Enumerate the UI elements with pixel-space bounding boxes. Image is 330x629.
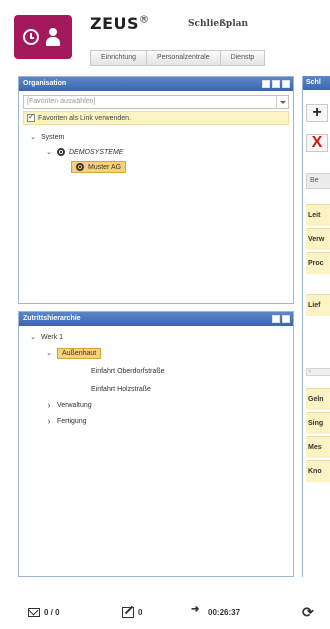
edits-counter[interactable]: 0 [122,606,142,618]
envelope-icon [28,607,40,617]
tree-node-muster-ag[interactable]: Muster AG [71,160,127,174]
people-icon [43,28,63,46]
table-row[interactable]: Verw [306,228,330,250]
organisation-panel-title: Organisation [19,77,293,91]
object-icon [57,148,65,156]
refresh-icon: ⟳ [302,603,314,620]
tree-node-verwaltung[interactable]: Verwaltung [45,398,92,412]
zeus-logo[interactable] [14,15,72,59]
access-hierarchy-panel-title: Zutrittshierarchie [19,312,293,326]
messages-counter[interactable]: 0 / 0 [28,607,60,617]
panel-help-icon[interactable] [272,80,280,88]
chevron-right-icon[interactable] [45,400,53,410]
chevron-down-icon[interactable] [276,96,288,108]
column-header[interactable]: Be [306,173,330,189]
access-hierarchy-panel: Zutrittshierarchie Werk 1 Außenhaut Einf… [18,311,294,577]
chevron-down-icon[interactable] [45,349,53,357]
session-timer[interactable]: 00:26:37 [191,604,240,618]
favorites-select-value: [Favoriten auswählen] [27,98,96,105]
chevron-right-icon[interactable] [45,416,53,426]
remove-button[interactable]: X [306,134,328,152]
tree-node-aussenhaut[interactable]: Außenhaut [45,346,102,360]
favorites-link-checkbox[interactable] [27,112,35,122]
table-row[interactable]: Mes [306,436,330,458]
lock-plan-panel: Schl + X Be Leit Verw Proc Lief ‹ Geln S… [302,76,330,577]
tree-node-einfahrt-oberdorfstrasse[interactable]: Einfahrt Oberdorfstraße [91,364,165,378]
tab-dienstplan[interactable]: Dienstp [219,50,266,66]
edit-icon [122,606,134,618]
object-icon [76,163,84,171]
clock-icon [23,29,39,45]
tree-node-einfahrt-holzstrasse[interactable]: Einfahrt Holzstraße [91,382,151,396]
add-button[interactable]: + [306,104,328,122]
table-row[interactable]: Kno [306,460,330,482]
chevron-down-icon[interactable] [29,133,37,141]
panel-minimize-icon[interactable] [282,315,290,323]
tab-personalzentrale[interactable]: Personalzentrale [146,50,221,66]
main-nav-tabs: Einrichtung Personalzentrale Dienstp [90,50,266,66]
brand-title: ZEUS® [90,14,150,33]
refresh-button[interactable]: ⟳ [302,604,314,621]
table-row[interactable]: Sing [306,412,330,434]
panel-minimize-icon[interactable] [282,80,290,88]
table-row[interactable]: Geln [306,388,330,410]
chevron-down-icon[interactable] [45,148,53,156]
organisation-panel: Organisation [Favoriten auswählen] Favor… [18,76,294,304]
tree-node-fertigung[interactable]: Fertigung [45,414,87,428]
table-row[interactable]: Proc [306,252,330,274]
horizontal-scrollbar[interactable]: ‹ [306,368,330,376]
favorites-link-label: Favoriten als Link verwenden. [38,114,131,122]
table-row[interactable]: Leit [306,204,330,226]
favorites-link-option[interactable]: Favoriten als Link verwenden. [23,111,289,125]
panel-tool-icon[interactable] [262,80,270,88]
tree-node-demosysteme[interactable]: DEMOSYSTEME [45,145,123,159]
tab-einrichtung[interactable]: Einrichtung [90,50,148,66]
app-header: ZEUS® Schließplan Einrichtung Personalze… [0,0,330,70]
tree-node-werk-1[interactable]: Werk 1 [29,330,63,344]
chevron-down-icon[interactable] [29,333,37,341]
table-row[interactable]: Lief [306,294,330,316]
tree-node-system[interactable]: System [29,130,64,144]
favorites-select[interactable]: [Favoriten auswählen] [23,95,289,109]
status-bar: 0 / 0 0 00:26:37 ⟳ [0,595,330,629]
lock-plan-panel-title: Schl [303,76,330,90]
module-title: Schließplan [188,19,249,29]
sign-in-icon [191,604,204,618]
panel-help-icon[interactable] [272,315,280,323]
